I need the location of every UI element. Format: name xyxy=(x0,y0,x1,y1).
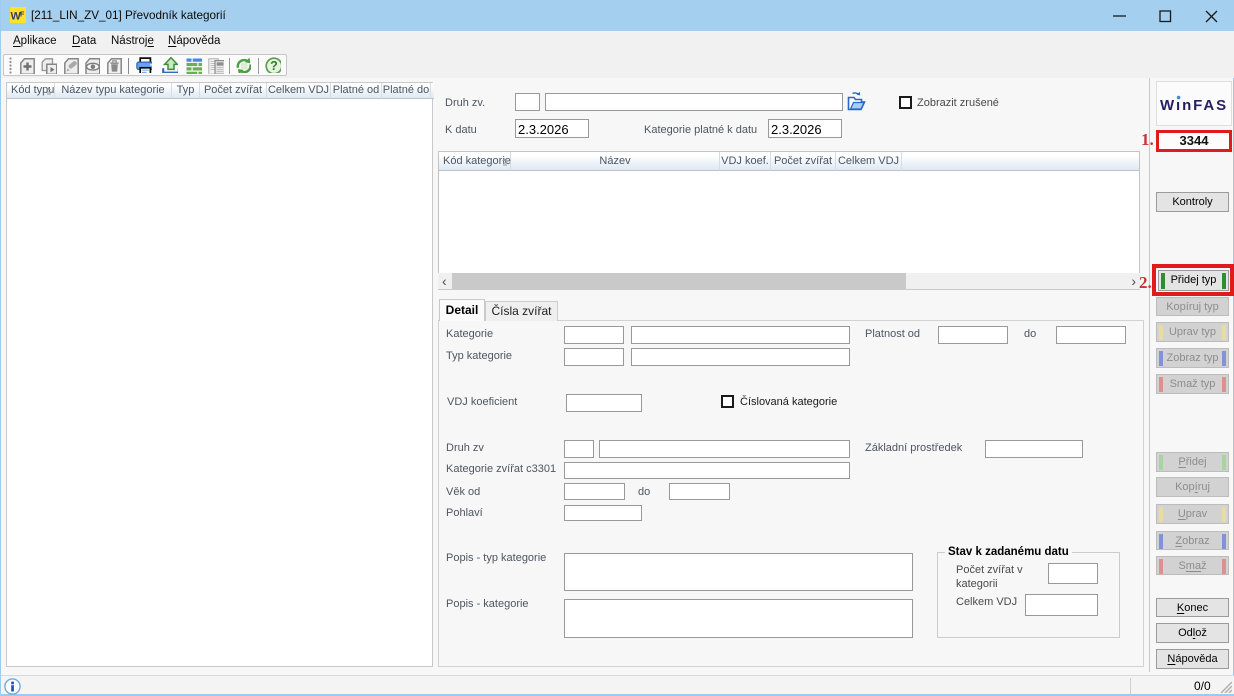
svg-text:F: F xyxy=(20,12,25,19)
svg-text:?: ? xyxy=(270,59,278,73)
svg-text:WınFAS: WınFAS xyxy=(1160,97,1228,114)
